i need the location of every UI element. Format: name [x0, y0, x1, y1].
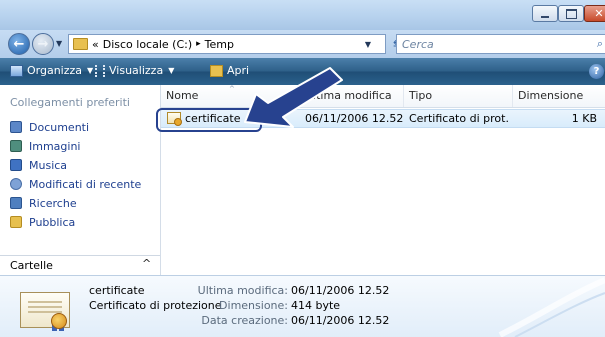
command-bar: Organizza ▼ Visualizza ▼ Apri ? [0, 58, 605, 85]
recent-pages-dropdown[interactable]: ▼ [56, 39, 62, 48]
maximize-button[interactable] [558, 5, 584, 22]
public-folder-icon [10, 216, 22, 228]
title-bar: ✕ [0, 0, 605, 30]
column-header-label: Nome [166, 89, 199, 102]
sidebar-item-musica[interactable]: Musica [10, 156, 67, 174]
details-file-name: certificate [89, 284, 145, 297]
sidebar-item-label: Modificati di recente [29, 177, 142, 191]
callout-highlight-box [156, 108, 262, 132]
details-size-label: Dimensione: [219, 299, 288, 312]
music-icon [10, 159, 22, 171]
forward-arrow-icon: → [37, 36, 49, 52]
sort-ascending-icon: ^ [229, 85, 235, 93]
file-type: Certificato di prot... [409, 112, 509, 125]
back-arrow-icon: ← [13, 36, 25, 52]
address-overflow[interactable]: « [92, 38, 99, 51]
breadcrumb-disco-locale[interactable]: Disco locale (C:) [103, 38, 192, 51]
back-button[interactable]: ← [8, 33, 30, 55]
sidebar-item-ricerche[interactable]: Ricerche [10, 194, 77, 212]
recent-icon [10, 178, 22, 190]
details-size-value: 414 byte [291, 299, 341, 312]
searches-icon [10, 197, 22, 209]
search-placeholder: Cerca [402, 37, 434, 51]
folders-toggle[interactable]: Cartelle ^ [0, 255, 160, 276]
details-pane-decoration [498, 277, 605, 337]
column-header-dimensione[interactable]: Dimensione [513, 85, 605, 107]
folder-icon [73, 38, 88, 50]
pictures-icon [10, 140, 22, 152]
navigation-pane: Collegamenti preferiti Documenti Immagin… [0, 85, 161, 276]
sidebar-item-label: Immagini [29, 139, 81, 153]
minimize-button[interactable] [532, 5, 558, 22]
help-icon: ? [593, 66, 600, 77]
sidebar-item-modificati-di-recente[interactable]: Modificati di recente [10, 175, 141, 193]
details-modified-value: 06/11/2006 12.52 [291, 284, 390, 297]
column-header-label: Tipo [409, 89, 433, 102]
column-header-ultima-modifica[interactable]: Ultima modifica [300, 85, 404, 107]
minimize-icon [541, 15, 549, 18]
close-icon: ✕ [594, 7, 604, 20]
details-created-label: Data creazione: [201, 314, 288, 327]
search-input[interactable]: Cerca ⌕ [396, 34, 605, 54]
view-icon [95, 64, 105, 77]
certificate-preview-icon [20, 292, 70, 331]
explorer-window: ✕ ← → ▼ « Disco locale (C:) ▸ Temp ▼ ⇆ C… [0, 0, 605, 337]
view-label: Visualizza [109, 64, 164, 77]
documents-icon [10, 121, 22, 133]
organize-icon [10, 64, 23, 77]
file-modified: 06/11/2006 12.52 [305, 112, 404, 125]
close-button[interactable]: ✕ [584, 5, 605, 22]
sidebar-item-label: Ricerche [29, 196, 77, 210]
maximize-icon [565, 8, 577, 19]
breadcrumb-separator[interactable]: ▸ [196, 39, 201, 49]
sidebar-item-immagini[interactable]: Immagini [10, 137, 80, 155]
breadcrumb-temp[interactable]: Temp [205, 38, 234, 51]
sidebar-item-label: Musica [29, 158, 68, 172]
open-folder-icon [210, 64, 223, 77]
column-header-label: Dimensione [518, 89, 584, 102]
chevron-up-icon: ^ [142, 257, 152, 270]
column-header-label: Ultima modifica [305, 89, 392, 102]
sidebar-item-label: Documenti [29, 120, 90, 134]
file-size: 1 KB [571, 112, 597, 125]
details-modified-label: Ultima modifica: [197, 284, 288, 297]
open-button[interactable]: Apri [210, 64, 249, 77]
help-button[interactable]: ? [589, 64, 604, 79]
forward-button[interactable]: → [32, 33, 54, 55]
sidebar-item-documenti[interactable]: Documenti [10, 118, 89, 136]
favorites-header: Collegamenti preferiti [10, 96, 130, 109]
sidebar-item-pubblica[interactable]: Pubblica [10, 213, 75, 231]
organize-label: Organizza [27, 64, 83, 77]
folders-label: Cartelle [10, 259, 53, 272]
address-row: ← → ▼ « Disco locale (C:) ▸ Temp ▼ ⇆ Cer… [0, 30, 605, 58]
chevron-down-icon: ▼ [87, 66, 94, 75]
column-header-row: Nome ^ Ultima modifica Tipo Dimensione [161, 85, 605, 108]
open-label: Apri [227, 64, 250, 77]
view-button[interactable]: Visualizza ▼ [95, 64, 174, 77]
organize-button[interactable]: Organizza ▼ [10, 64, 93, 77]
chevron-down-icon: ▼ [168, 66, 175, 75]
address-bar[interactable]: « Disco locale (C:) ▸ Temp ▼ [68, 34, 386, 54]
details-created-value: 06/11/2006 12.52 [291, 314, 390, 327]
address-dropdown-icon[interactable]: ▼ [365, 40, 371, 49]
column-header-tipo[interactable]: Tipo [404, 85, 513, 107]
sidebar-item-label: Pubblica [29, 215, 76, 229]
search-icon[interactable]: ⌕ [597, 37, 603, 51]
